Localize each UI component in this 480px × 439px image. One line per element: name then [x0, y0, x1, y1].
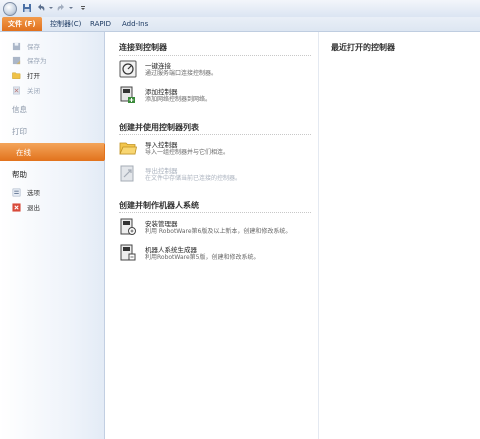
folder-open-icon	[12, 72, 21, 79]
one-click-connect-icon	[119, 60, 137, 78]
nav-help[interactable]: 帮助	[12, 169, 27, 180]
nav-close-label: 关闭	[27, 87, 40, 95]
tab-rapid[interactable]: RAPID	[86, 17, 115, 31]
section-divider	[119, 134, 311, 135]
system-builder-button[interactable]: 机器人系统生成器 利用RobotWare第5版，创建和修改系统。	[119, 244, 315, 268]
add-controller-desc: 添加网络控制器到网络。	[145, 96, 212, 103]
nav-info[interactable]: 信息	[12, 104, 27, 115]
nav-print[interactable]: 打印	[12, 126, 27, 137]
folder-open-icon	[119, 142, 137, 155]
nav-online-label: 在线	[16, 148, 31, 157]
tab-addins[interactable]: Add-Ins	[118, 17, 152, 31]
options-icon	[12, 188, 21, 196]
import-controller-button[interactable]: 导入控制器 导入一组控制器并与它们相连。	[119, 139, 315, 163]
recent-controllers-pane: 最近打开的控制器	[318, 32, 480, 439]
save-as-icon	[12, 56, 21, 64]
one-click-connect-desc: 通过服务端口连接控制器。	[145, 70, 218, 77]
section-list-title: 创建并使用控制器列表	[119, 123, 199, 132]
section-robot-title: 创建并制作机器人系统	[119, 201, 199, 210]
nav-save-as-label: 保存为	[27, 57, 47, 65]
exit-icon	[12, 202, 21, 212]
nav-online[interactable]: 在线	[0, 143, 110, 161]
import-controller-desc: 导入一组控制器并与它们相连。	[145, 149, 230, 156]
section-connect-title: 连接到控制器	[119, 43, 167, 52]
add-controller-icon	[120, 86, 135, 103]
nav-exit[interactable]: 退出	[0, 201, 104, 213]
tab-controller[interactable]: 控制器(C)	[46, 17, 85, 31]
export-controller-button[interactable]: 导出控制器 在文件中存储当前已连接的控制器。	[119, 165, 315, 189]
nav-open[interactable]: 打开	[0, 69, 104, 81]
nav-save[interactable]: 保存	[0, 40, 104, 52]
undo-dropdown-icon[interactable]	[46, 3, 56, 13]
nav-options[interactable]: 选项	[0, 186, 104, 198]
close-file-icon	[13, 86, 20, 94]
tab-file[interactable]: 文件 (F)	[2, 17, 42, 31]
add-controller-button[interactable]: 添加控制器 添加网络控制器到网络。	[119, 86, 315, 110]
redo-icon[interactable]	[56, 3, 66, 13]
recent-controllers-title: 最近打开的控制器	[331, 43, 395, 52]
online-pane: 连接到控制器 一键连接 通过服务端口连接控制器。 添加控制器 添加网络控制器到网…	[105, 32, 317, 439]
nav-close[interactable]: 关闭	[0, 84, 104, 96]
section-divider	[119, 55, 311, 56]
system-builder-icon	[120, 244, 136, 261]
backstage-nav: 保存 保存为 打开 关闭 信息 打印 在线 帮助 选项 退出	[0, 32, 110, 439]
installation-manager-button[interactable]: 安装管理器 利用 RobotWare第6版及以上新本，创建和修改系统。	[119, 218, 315, 242]
nav-open-label: 打开	[27, 72, 40, 80]
ribbon-tabs: 文件 (F) 控制器(C) RAPID Add-Ins	[0, 17, 480, 32]
app-logo-icon[interactable]	[3, 2, 17, 16]
system-builder-desc: 利用RobotWare第5版，创建和修改系统。	[145, 254, 260, 261]
nav-exit-label: 退出	[27, 204, 40, 212]
save-icon	[12, 42, 21, 50]
redo-dropdown-icon[interactable]	[66, 3, 76, 13]
section-divider	[119, 212, 311, 213]
nav-options-label: 选项	[27, 189, 40, 197]
undo-icon[interactable]	[36, 3, 46, 13]
one-click-connect-button[interactable]: 一键连接 通过服务端口连接控制器。	[119, 60, 315, 84]
save-icon[interactable]	[22, 3, 32, 13]
customize-toolbar-icon[interactable]	[78, 3, 88, 13]
nav-save-label: 保存	[27, 43, 40, 51]
installation-manager-icon	[120, 218, 136, 235]
export-controller-icon	[120, 165, 134, 182]
nav-save-as[interactable]: 保存为	[0, 54, 104, 66]
quick-access-toolbar	[0, 0, 480, 18]
export-controller-desc: 在文件中存储当前已连接的控制器。	[145, 175, 242, 182]
installation-manager-desc: 利用 RobotWare第6版及以上新本，创建和修改系统。	[145, 228, 292, 235]
